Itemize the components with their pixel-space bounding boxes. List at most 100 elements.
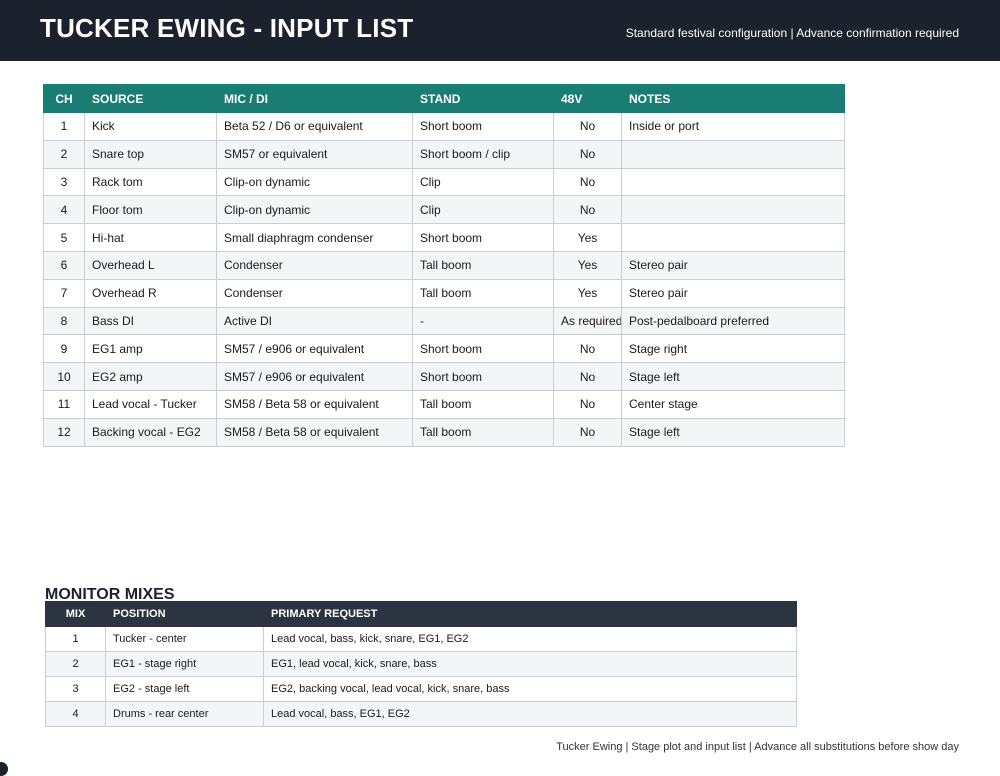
column-header-position: POSITION (105, 601, 264, 627)
cell-48v: Yes (553, 223, 622, 252)
column-header-mic: MIC / DI (216, 84, 413, 113)
cell-ch: 10 (43, 362, 85, 391)
cell-notes: Stage left (621, 362, 845, 391)
cell-position: EG1 - stage right (105, 651, 264, 677)
input-list-header-row: CH SOURCE MIC / DI STAND 48V NOTES (43, 84, 845, 113)
cell-mic: SM58 / Beta 58 or equivalent (216, 389, 413, 419)
cell-source: Floor tom (84, 195, 217, 225)
page-title: TUCKER EWING - INPUT LIST (40, 13, 414, 43)
cell-source: Overhead R (84, 278, 217, 308)
cell-ch: 12 (43, 417, 85, 447)
cell-source: Snare top (84, 139, 217, 169)
cell-stand: Tall boom (412, 389, 554, 419)
column-header-notes: NOTES (621, 84, 845, 113)
cell-mic: SM57 or equivalent (216, 139, 413, 169)
cell-stand: Short boom (412, 223, 554, 252)
cell-mic: SM57 / e906 or equivalent (216, 362, 413, 391)
cell-position: Drums - rear center (105, 701, 264, 727)
cell-notes: Inside or port (621, 112, 845, 141)
cell-notes: Post-pedalboard preferred (621, 306, 845, 336)
cell-stand: Tall boom (412, 250, 554, 280)
page-header: TUCKER EWING - INPUT LIST Standard festi… (0, 0, 1000, 61)
column-header-stand: STAND (412, 84, 554, 113)
cell-mix: 1 (45, 626, 106, 652)
cell-primary-request: Lead vocal, bass, kick, snare, EG1, EG2 (263, 626, 797, 652)
cell-source: Bass DI (84, 306, 217, 336)
cell-48v: No (553, 112, 622, 141)
column-header-primary-request: PRIMARY REQUEST (263, 601, 797, 627)
cell-mic: SM58 / Beta 58 or equivalent (216, 417, 413, 447)
cell-notes: Stereo pair (621, 250, 845, 280)
cell-48v: Yes (553, 278, 622, 308)
table-row: 3 EG2 - stage left EG2, backing vocal, lea… (45, 676, 797, 702)
cell-ch: 7 (43, 278, 85, 308)
cell-stand: Short boom / clip (412, 139, 554, 169)
table-row: 8 Bass DI Active DI - As required Post-pedalb… (43, 306, 845, 336)
cell-48v: No (553, 195, 622, 225)
cell-ch: 4 (43, 195, 85, 225)
cell-source: Backing vocal - EG2 (84, 417, 217, 447)
cell-mic: Clip-on dynamic (216, 167, 413, 197)
cell-source: Overhead L (84, 250, 217, 280)
cell-48v: As required (553, 306, 622, 336)
table-row: 2 Snare top SM57 or equivalent Short boom /… (43, 139, 845, 169)
cell-mix: 2 (45, 651, 106, 677)
cell-mic: Condenser (216, 250, 413, 280)
page-footer: Tucker Ewing | Stage plot and input list… (556, 741, 959, 753)
cell-ch: 11 (43, 389, 85, 419)
cell-mic: Active DI (216, 306, 413, 336)
cell-mic: Condenser (216, 278, 413, 308)
table-row: 11 Lead vocal - Tucker SM58 / Beta 58 or e… (43, 389, 845, 419)
cell-48v: No (553, 334, 622, 364)
cell-stand: Clip (412, 167, 554, 197)
table-row: 3 Rack tom Clip-on dynamic Clip No (43, 167, 845, 197)
cell-mic: SM57 / e906 or equivalent (216, 334, 413, 364)
cell-source: EG1 amp (84, 334, 217, 364)
cell-48v: No (553, 167, 622, 197)
cell-mic: Clip-on dynamic (216, 195, 413, 225)
column-header-mix: MIX (45, 601, 106, 627)
column-header-source: SOURCE (84, 84, 217, 113)
page-subtitle: Standard festival configuration | Advanc… (625, 26, 959, 40)
cell-ch: 9 (43, 334, 85, 364)
cell-ch: 6 (43, 250, 85, 280)
monitor-header-row: MIX POSITION PRIMARY REQUEST (45, 601, 797, 627)
table-row: 2 EG1 - stage right EG1, lead vocal, kick,… (45, 651, 797, 677)
cell-stand: Short boom (412, 334, 554, 364)
table-row: 4 Floor tom Clip-on dynamic Clip No (43, 195, 845, 225)
cell-ch: 8 (43, 306, 85, 336)
input-list-table: CH SOURCE MIC / DI STAND 48V NOTES 1 Kick… (43, 84, 845, 447)
monitor-mixes-table: MIX POSITION PRIMARY REQUEST 1 Tucker - c… (45, 601, 797, 727)
table-row: 4 Drums - rear center Lead vocal, bass, EG… (45, 701, 797, 727)
cell-primary-request: Lead vocal, bass, EG1, EG2 (263, 701, 797, 727)
cell-notes (621, 195, 845, 225)
cell-primary-request: EG1, lead vocal, kick, snare, bass (263, 651, 797, 677)
cell-source: Hi-hat (84, 223, 217, 252)
cell-mix: 4 (45, 701, 106, 727)
table-row: 1 Kick Beta 52 / D6 or equivalent Short boo… (43, 112, 845, 141)
cell-notes: Stage right (621, 334, 845, 364)
table-row: 10 EG2 amp SM57 / e906 or equivalent Short … (43, 362, 845, 391)
cell-notes: Stage left (621, 417, 845, 447)
cell-ch: 1 (43, 112, 85, 141)
cell-notes: Center stage (621, 389, 845, 419)
cell-48v: Yes (553, 250, 622, 280)
table-row: 5 Hi-hat Small diaphragm condenser Short bo… (43, 223, 845, 252)
cell-48v: No (553, 139, 622, 169)
table-row: 1 Tucker - center Lead vocal, bass, kick, … (45, 626, 797, 652)
table-row: 9 EG1 amp SM57 / e906 or equivalent Short b… (43, 334, 845, 364)
cell-stand: - (412, 306, 554, 336)
cell-notes (621, 139, 845, 169)
cell-48v: No (553, 389, 622, 419)
cell-stand: Tall boom (412, 278, 554, 308)
cell-stand: Tall boom (412, 417, 554, 447)
cell-notes (621, 223, 845, 252)
cell-notes (621, 167, 845, 197)
cell-stand: Short boom (412, 112, 554, 141)
table-row: 6 Overhead L Condenser Tall boom Yes Stereo p… (43, 250, 845, 280)
cell-source: Kick (84, 112, 217, 141)
cell-source: Rack tom (84, 167, 217, 197)
cell-ch: 3 (43, 167, 85, 197)
cell-stand: Clip (412, 195, 554, 225)
cell-mic: Small diaphragm condenser (216, 223, 413, 252)
